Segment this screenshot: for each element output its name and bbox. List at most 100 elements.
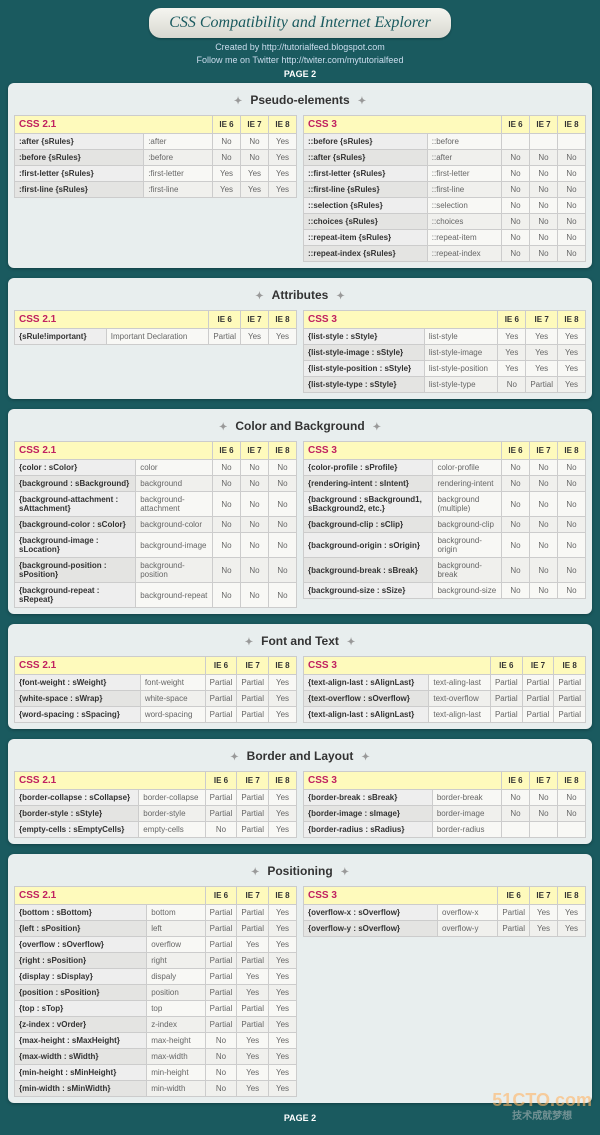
table-row: {list-style-position : sStyle}list-style… <box>304 361 586 377</box>
support-value: No <box>213 134 241 150</box>
support-value: Yes <box>558 361 586 377</box>
support-value: Yes <box>558 905 586 921</box>
ie-col: IE 8 <box>558 311 586 329</box>
support-value: No <box>502 460 530 476</box>
support-value: Partial <box>554 675 586 691</box>
table-row: {border-collapse : sCollapse}border-coll… <box>15 790 297 806</box>
table-row: {background-position : sPosition}backgro… <box>15 558 297 583</box>
table-row: {border-style : sStyle}border-styleParti… <box>15 806 297 822</box>
section: AttributesCSS 2.1IE 6IE 7IE 8{sRule!impo… <box>8 278 592 399</box>
support-value: No <box>530 533 558 558</box>
property-name: ::before <box>427 134 501 150</box>
property-name: z-index <box>147 1017 205 1033</box>
table-row: {position : sPosition}positionPartialYes… <box>15 985 297 1001</box>
support-value: Yes <box>269 985 297 1001</box>
spec-header: CSS 2.1 <box>15 657 206 675</box>
support-value: Yes <box>526 361 558 377</box>
support-value <box>530 822 558 838</box>
property-syntax: :first-letter {sRules} <box>15 166 144 182</box>
ie-col: IE 6 <box>205 772 237 790</box>
ie-col: IE 8 <box>269 442 297 460</box>
compat-table: CSS 2.1IE 6IE 7IE 8{sRule!important}Impo… <box>14 310 297 345</box>
ie-col: IE 6 <box>213 116 241 134</box>
property-name: border-collapse <box>139 790 205 806</box>
support-value: No <box>530 476 558 492</box>
support-value: Yes <box>241 182 269 198</box>
support-value: No <box>205 822 237 838</box>
support-value: Yes <box>237 985 269 1001</box>
ie-col: IE 7 <box>530 772 558 790</box>
table-row: {text-align-last : sAlignLast}text-aling… <box>304 675 586 691</box>
ie-col: IE 8 <box>558 116 586 134</box>
support-value: No <box>213 517 241 533</box>
ie-col: IE 7 <box>237 772 269 790</box>
ie-col: IE 7 <box>530 442 558 460</box>
support-value: No <box>269 476 297 492</box>
support-value: Partial <box>237 953 269 969</box>
property-syntax: {max-height : sMaxHeight} <box>15 1033 147 1049</box>
spec-header: CSS 3 <box>304 116 502 134</box>
support-value: No <box>558 460 586 476</box>
ie-col: IE 7 <box>241 116 269 134</box>
table-row: {border-break : sBreak}border-breakNoNoN… <box>304 790 586 806</box>
table-row: {display : sDisplay}dispalyPartialYesYes <box>15 969 297 985</box>
support-value: No <box>502 182 530 198</box>
property-name: background (multiple) <box>433 492 502 517</box>
table-row: {border-radius : sRadius}border-radius <box>304 822 586 838</box>
table-row: {z-index : vOrder}z-indexPartialPartialY… <box>15 1017 297 1033</box>
support-value: No <box>530 182 558 198</box>
table-row: {border-image : sImage}border-imageNoNoN… <box>304 806 586 822</box>
support-value: Partial <box>526 377 558 393</box>
support-value: Partial <box>237 707 269 723</box>
follow-link: Follow me on Twitter http://twiter.com/m… <box>8 55 592 65</box>
property-name: top <box>147 1001 205 1017</box>
spec-header: CSS 2.1 <box>15 311 209 329</box>
support-value: No <box>502 806 530 822</box>
table-row: {max-width : sWidth}max-widthNoYesYes <box>15 1049 297 1065</box>
table-row: {background-origin : sOrigin}background-… <box>304 533 586 558</box>
ie-col: IE 8 <box>558 772 586 790</box>
support-value: No <box>498 377 526 393</box>
support-value: Yes <box>237 1033 269 1049</box>
left-col: CSS 2.1IE 6IE 7IE 8:after {sRules}:after… <box>14 115 297 262</box>
ie-col: IE 8 <box>269 311 297 329</box>
ie-col: IE 8 <box>269 657 297 675</box>
ie-col: IE 7 <box>237 887 269 905</box>
support-value: Partial <box>205 937 237 953</box>
support-value: Yes <box>269 150 297 166</box>
ie-col: IE 6 <box>490 657 522 675</box>
property-name: background-repeat <box>136 583 213 608</box>
support-value: No <box>241 134 269 150</box>
ie-col: IE 7 <box>522 657 554 675</box>
support-value: No <box>502 150 530 166</box>
ie-col: IE 7 <box>530 887 558 905</box>
property-syntax: {color : sColor} <box>15 460 136 476</box>
property-syntax: {border-image : sImage} <box>304 806 433 822</box>
compat-table: CSS 2.1IE 6IE 7IE 8{color : sColor}color… <box>14 441 297 608</box>
left-col: CSS 2.1IE 6IE 7IE 8{border-collapse : sC… <box>14 771 297 838</box>
support-value: Yes <box>558 921 586 937</box>
property-name: text-aling-last <box>429 675 491 691</box>
support-value: No <box>558 476 586 492</box>
ie-col: IE 7 <box>237 657 269 675</box>
property-name: ::choices <box>427 214 501 230</box>
support-value: No <box>269 492 297 517</box>
support-value <box>502 134 530 150</box>
table-row: {right : sPosition}rightPartialPartialYe… <box>15 953 297 969</box>
support-value: Yes <box>526 329 558 345</box>
table-row: ::after {sRules}::afterNoNoNo <box>304 150 586 166</box>
support-value: Yes <box>558 345 586 361</box>
support-value: No <box>205 1081 237 1097</box>
property-syntax: {background-origin : sOrigin} <box>304 533 433 558</box>
right-col: CSS 3IE 6IE 7IE 8::before {sRules}::befo… <box>303 115 586 262</box>
support-value: Yes <box>269 905 297 921</box>
support-value: Yes <box>269 182 297 198</box>
support-value: No <box>213 150 241 166</box>
compat-table: CSS 3IE 6IE 7IE 8{text-align-last : sAli… <box>303 656 586 723</box>
support-value: No <box>558 246 586 262</box>
compat-table: CSS 2.1IE 6IE 7IE 8{bottom : sBottom}bot… <box>14 886 297 1097</box>
support-value: No <box>558 558 586 583</box>
table-row: {list-style : sStyle}list-styleYesYesYes <box>304 329 586 345</box>
support-value: No <box>502 583 530 599</box>
table-row: {background : sBackground1, sBackground2… <box>304 492 586 517</box>
